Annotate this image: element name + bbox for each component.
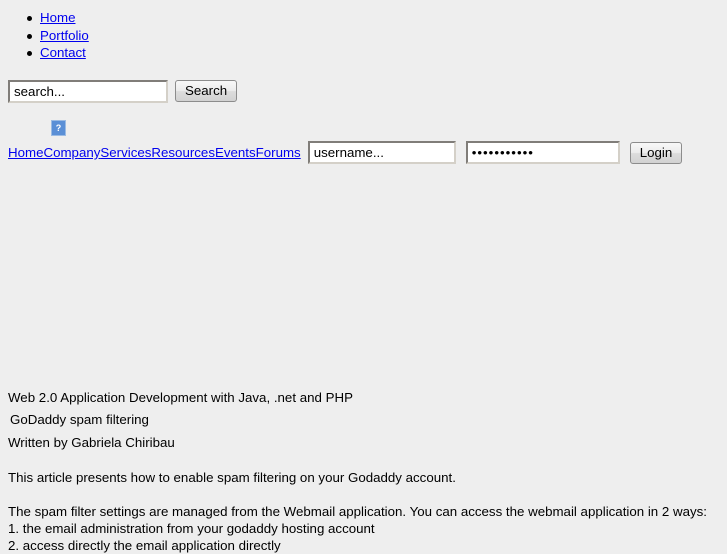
list-item: Portfolio (0, 27, 727, 45)
menu-link-services[interactable]: Services (100, 145, 151, 160)
list-item: Contact (0, 44, 727, 62)
search-button[interactable]: Search (175, 80, 238, 102)
search-input[interactable] (8, 80, 168, 103)
nav-link-portfolio[interactable]: Portfolio (40, 28, 89, 43)
top-navigation-list: Home Portfolio Contact (0, 0, 727, 62)
article-title: GoDaddy spam filtering (10, 412, 149, 427)
article-byline: Written by Gabriela Chiribau (8, 435, 175, 450)
broken-image-icon: ? (51, 120, 66, 136)
site-title: Web 2.0 Application Development with Jav… (8, 390, 353, 405)
menu-link-home[interactable]: Home (8, 145, 43, 160)
article-body-line-2: 1. the email administration from your go… (8, 521, 375, 536)
nav-link-contact[interactable]: Contact (40, 45, 86, 60)
menu-login-bar: HomeCompanyServicesResourcesEventsForums… (8, 141, 683, 164)
article-intro-paragraph: This article presents how to enable spam… (8, 470, 456, 485)
article-content: Web 2.0 Application Development with Jav… (8, 389, 720, 554)
broken-image-glyph: ? (55, 122, 62, 133)
menu-link-forums[interactable]: Forums (256, 145, 301, 160)
inline-menu: HomeCompanyServicesResourcesEventsForums (8, 145, 301, 160)
search-form: Search (8, 80, 238, 103)
article-body-line-3: 2. access directly the email application… (8, 538, 281, 553)
login-button[interactable]: Login (629, 141, 683, 164)
menu-link-company[interactable]: Company (43, 145, 100, 160)
username-input[interactable] (307, 141, 456, 164)
menu-link-resources[interactable]: Resources (151, 145, 215, 160)
password-input[interactable] (465, 141, 620, 164)
list-item: Home (0, 9, 727, 27)
menu-link-events[interactable]: Events (215, 145, 256, 160)
nav-link-home[interactable]: Home (40, 10, 75, 25)
article-body-line-1: The spam filter settings are managed fro… (8, 504, 707, 519)
